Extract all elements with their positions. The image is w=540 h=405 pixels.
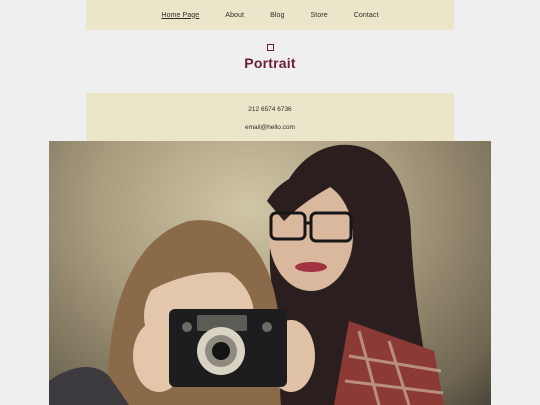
site-title: Portrait <box>244 55 296 71</box>
contact-email[interactable]: email@hello.com <box>86 124 454 131</box>
hero-photo <box>49 141 491 405</box>
camera-lens <box>212 342 230 360</box>
contact-info-band: 212 6574 6736 email@hello.com <box>86 93 454 141</box>
square-outline-icon <box>266 44 274 51</box>
nav-about[interactable]: About <box>225 12 244 19</box>
hero-photo-illustration <box>49 144 444 405</box>
nav-contact[interactable]: Contact <box>354 12 379 19</box>
lips <box>295 262 327 272</box>
site-logo[interactable]: Portrait <box>0 44 540 71</box>
nav-home-page[interactable]: Home Page <box>161 12 199 19</box>
nav-store[interactable]: Store <box>311 12 328 19</box>
top-nav: Home Page About Blog Store Contact <box>86 0 454 30</box>
contact-phone: 212 6574 6736 <box>248 106 292 113</box>
nav-blog[interactable]: Blog <box>270 12 284 19</box>
